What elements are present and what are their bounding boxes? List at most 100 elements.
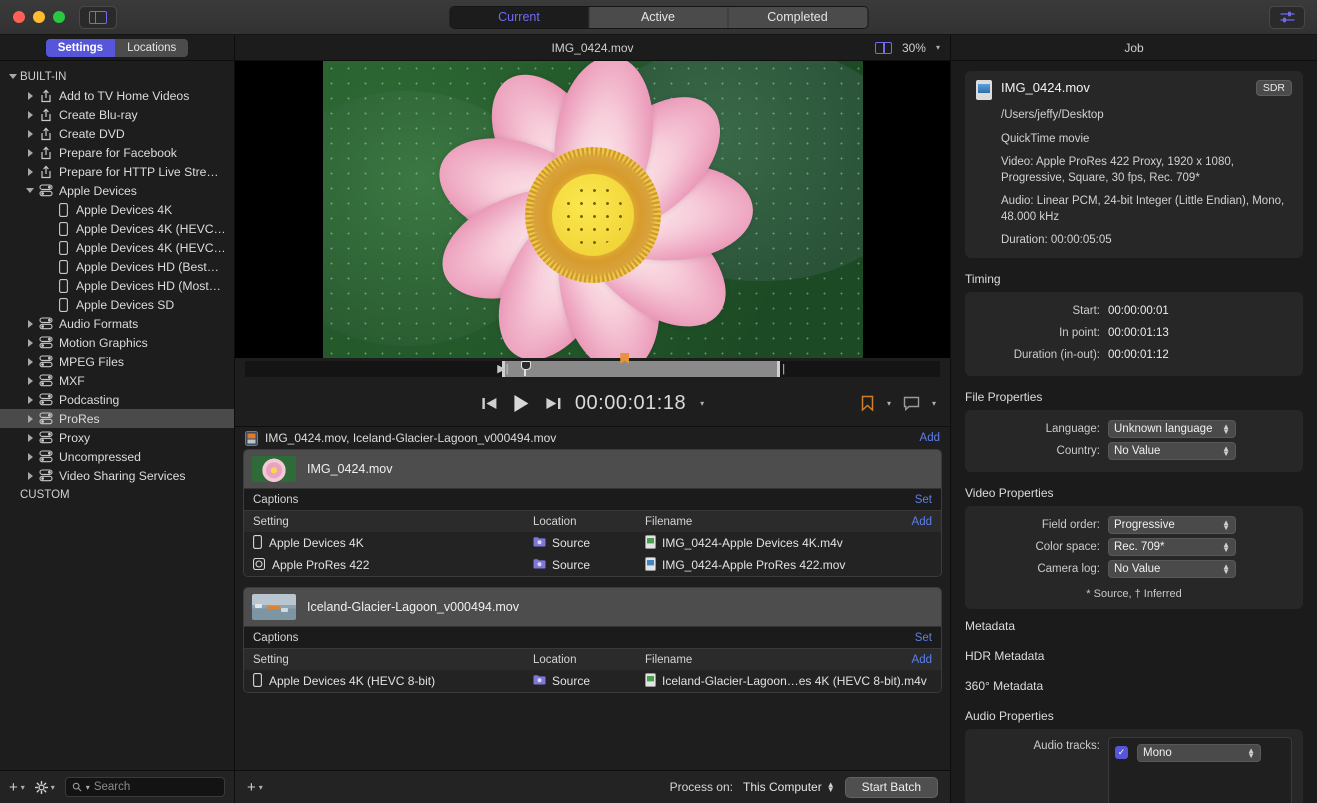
playhead[interactable] [521, 361, 532, 376]
audio-properties-section[interactable]: Audio Properties [965, 699, 1303, 729]
batch-add-link[interactable]: Add [920, 432, 940, 444]
close-window-button[interactable] [13, 11, 25, 23]
marker-chevron-icon[interactable]: ▾ [887, 399, 891, 408]
disclosure-triangle-open-icon[interactable] [23, 188, 37, 193]
sidebar-item-add-to-tv-home-videos[interactable]: Add to TV Home Videos [0, 86, 234, 105]
current-timecode[interactable]: 00:00:01:18 [575, 392, 686, 415]
tab-active[interactable]: Active [589, 6, 728, 28]
color-space-popup[interactable]: Rec. 709* ▲ ▼ [1108, 537, 1236, 556]
disclosure-triangle-closed-icon[interactable] [23, 433, 37, 442]
sidebar-item-prepare-for-http-live-stre[interactable]: Prepare for HTTP Live Stre… [0, 162, 234, 181]
outputs-add-link[interactable]: Add [912, 654, 932, 666]
audio-track-popup[interactable]: Mono ▲ ▼ [1137, 743, 1261, 762]
split-view-icon[interactable] [874, 41, 892, 54]
timecode-chevron-icon[interactable]: ▾ [700, 399, 704, 408]
job-card[interactable]: Iceland-Glacier-Lagoon_v000494.mov Captio… [243, 587, 942, 693]
add-job-button[interactable]: + ▾ [247, 779, 263, 796]
disclosure-triangle-closed-icon[interactable] [23, 91, 37, 100]
play-icon[interactable] [512, 394, 530, 413]
sidebar-item-apple-devices[interactable]: Apple Devices [0, 181, 234, 200]
caption-chevron-icon[interactable]: ▾ [932, 399, 936, 408]
sidebar-tab-locations[interactable]: Locations [115, 38, 189, 57]
inspector-toggle-button[interactable] [1269, 5, 1305, 29]
process-on-popup[interactable]: This Computer ▲ ▼ [743, 780, 835, 794]
sidebar-item-mxf[interactable]: MXF [0, 371, 234, 390]
audio-tracks-list[interactable]: ✓ Mono ▲ ▼ [1108, 736, 1292, 803]
country-popup[interactable]: No Value ▲ ▼ [1108, 441, 1236, 460]
job-card[interactable]: IMG_0424.mov Captions Set Setting Location Fi… [243, 449, 942, 577]
output-row[interactable]: Apple Devices 4K Source IMG_0424-Apple Dev… [244, 532, 941, 554]
sidebar-item-apple-devices-4k[interactable]: Apple Devices 4K [0, 200, 234, 219]
sidebar-item-apple-devices-4k-hevc[interactable]: Apple Devices 4K (HEVC… [0, 219, 234, 238]
inspector-body[interactable]: IMG_0424.mov SDR /Users/jeffy/Desktop Qu… [951, 61, 1317, 803]
sidebar-item-apple-devices-4k-hevc[interactable]: Apple Devices 4K (HEVC… [0, 238, 234, 257]
sidebar-item-podcasting[interactable]: Podcasting [0, 390, 234, 409]
batch-view-segmented-control[interactable]: Current Active Completed [449, 5, 868, 29]
disclosure-triangle-closed-icon[interactable] [23, 471, 37, 480]
start-batch-button[interactable]: Start Batch [844, 776, 938, 798]
caption-icon[interactable] [903, 396, 920, 411]
sidebar-item-custom[interactable]: CUSTOM [0, 485, 234, 504]
disclosure-triangle-closed-icon[interactable] [23, 129, 37, 138]
audio-track-checkbox[interactable]: ✓ [1115, 746, 1128, 760]
360-metadata-section[interactable]: 360° Metadata [965, 669, 1303, 699]
marker-icon[interactable] [860, 395, 875, 412]
captions-set-link[interactable]: Set [915, 632, 932, 644]
sidebar-item-proxy[interactable]: Proxy [0, 428, 234, 447]
disclosure-triangle-closed-icon[interactable] [23, 110, 37, 119]
skip-to-end-icon[interactable] [544, 396, 561, 411]
output-row[interactable]: Apple Devices 4K (HEVC 8-bit) Source Icela… [244, 670, 941, 692]
sidebar-item-create-blu-ray[interactable]: Create Blu-ray [0, 105, 234, 124]
job-header[interactable]: Iceland-Glacier-Lagoon_v000494.mov [244, 588, 941, 626]
disclosure-triangle-closed-icon[interactable] [23, 167, 37, 176]
metadata-section[interactable]: Metadata [965, 609, 1303, 639]
job-header[interactable]: IMG_0424.mov [244, 450, 941, 488]
disclosure-triangle-closed-icon[interactable] [23, 376, 37, 385]
chevron-down-icon[interactable]: ▾ [936, 43, 940, 52]
sidebar-toggle-button[interactable] [79, 5, 117, 29]
search-field[interactable]: ▾ Search [64, 777, 225, 797]
hdr-metadata-section[interactable]: HDR Metadata [965, 639, 1303, 669]
sidebar-item-prores[interactable]: ProRes [0, 409, 234, 428]
sidebar-tab-settings[interactable]: Settings [45, 38, 116, 57]
minimize-window-button[interactable] [33, 11, 45, 23]
outputs-add-link[interactable]: Add [912, 516, 932, 528]
sidebar-item-uncompressed[interactable]: Uncompressed [0, 447, 234, 466]
skip-to-start-icon[interactable] [481, 396, 498, 411]
captions-set-link[interactable]: Set [915, 494, 932, 506]
settings-tree[interactable]: BUILT-IN Add to TV Home Videos Create Blu-… [0, 61, 234, 770]
disclosure-triangle-closed-icon[interactable] [23, 319, 37, 328]
sidebar-item-video-sharing-services[interactable]: Video Sharing Services [0, 466, 234, 485]
camera-log-popup[interactable]: No Value ▲ ▼ [1108, 559, 1236, 578]
in-out-range[interactable] [502, 361, 781, 377]
disclosure-triangle-closed-icon[interactable] [23, 395, 37, 404]
disclosure-triangle-closed-icon[interactable] [23, 148, 37, 157]
tab-current[interactable]: Current [450, 6, 589, 28]
sidebar-item-apple-devices-hd-most[interactable]: Apple Devices HD (Most… [0, 276, 234, 295]
sidebar-item-create-dvd[interactable]: Create DVD [0, 124, 234, 143]
scrubber-area[interactable]: ▶| |◀ [235, 353, 950, 391]
in-point-marker[interactable]: ▶| [497, 361, 508, 377]
disclosure-triangle-closed-icon[interactable] [23, 414, 37, 423]
video-preview[interactable] [235, 61, 950, 358]
settings-action-button[interactable]: ▾ [34, 780, 55, 794]
sidebar-item-audio-formats[interactable]: Audio Formats [0, 314, 234, 333]
zoom-window-button[interactable] [53, 11, 65, 23]
disclosure-triangle-open-icon[interactable] [6, 74, 20, 79]
output-row[interactable]: Apple ProRes 422 Source IMG_0424-Apple Pro… [244, 554, 941, 576]
field-order-popup[interactable]: Progressive ▲ ▼ [1108, 515, 1236, 534]
disclosure-triangle-closed-icon[interactable] [23, 452, 37, 461]
disclosure-triangle-closed-icon[interactable] [23, 357, 37, 366]
out-point-marker[interactable]: |◀ [782, 361, 790, 391]
sidebar-item-mpeg-files[interactable]: MPEG Files [0, 352, 234, 371]
sidebar-item-apple-devices-sd[interactable]: Apple Devices SD [0, 295, 234, 314]
tab-completed[interactable]: Completed [728, 6, 867, 28]
timeline-scrubber[interactable]: ▶| |◀ [245, 353, 940, 391]
add-setting-button[interactable]: + ▾ [9, 779, 25, 796]
sidebar-item-prepare-for-facebook[interactable]: Prepare for Facebook [0, 143, 234, 162]
disclosure-triangle-closed-icon[interactable] [23, 338, 37, 347]
sidebar-item-apple-devices-hd-best[interactable]: Apple Devices HD (Best… [0, 257, 234, 276]
batch-list[interactable]: IMG_0424.mov, Iceland-Glacier-Lagoon_v00… [235, 426, 950, 770]
sidebar-item-built-in[interactable]: BUILT-IN [0, 67, 234, 86]
language-popup[interactable]: Unknown language ▲ ▼ [1108, 419, 1236, 438]
